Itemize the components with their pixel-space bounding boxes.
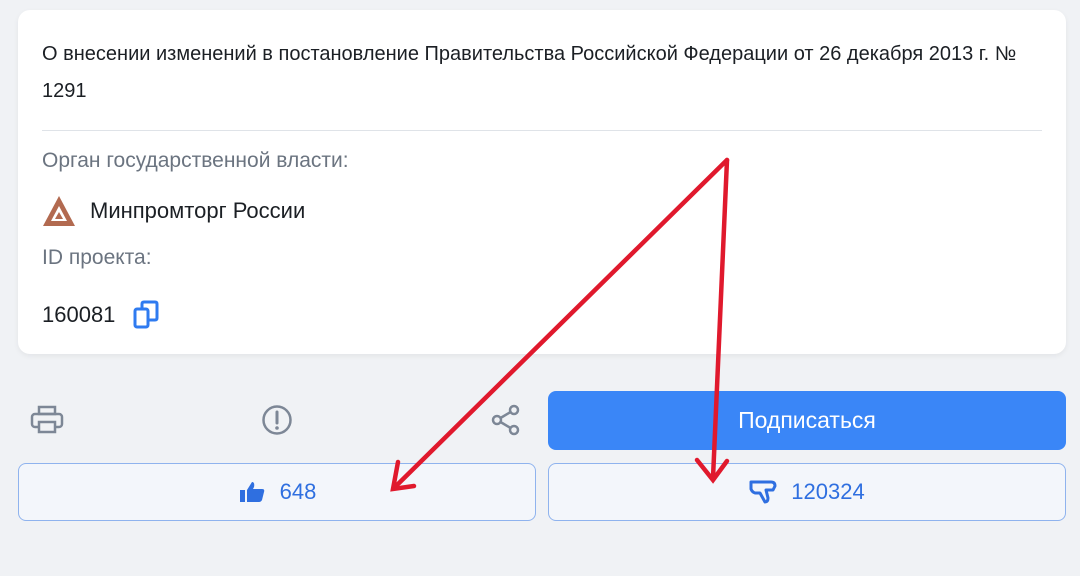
project-id-row: 160081 <box>42 298 159 332</box>
dislike-count: 120324 <box>791 479 865 504</box>
report-button[interactable] <box>253 396 301 444</box>
agency-name: Минпромторг России <box>90 198 306 223</box>
document-title: О внесении изменений в постановление Пра… <box>42 43 1017 102</box>
project-id-label: ID проекта: <box>42 246 152 269</box>
print-button[interactable] <box>23 396 71 444</box>
dislike-button[interactable]: 120324 <box>548 463 1066 521</box>
divider <box>42 130 1042 131</box>
agency-row[interactable]: Минпромторг России <box>42 194 305 228</box>
thumbs-up-icon <box>239 482 264 502</box>
subscribe-button[interactable]: Подписаться <box>548 391 1066 450</box>
thumbs-down-icon <box>749 480 777 504</box>
copy-icon[interactable] <box>133 300 159 330</box>
minpromtorg-logo-icon <box>43 196 75 226</box>
exclamation-circle-icon <box>262 405 292 435</box>
printer-icon <box>30 405 64 434</box>
like-count: 648 <box>279 479 317 504</box>
like-button[interactable]: 648 <box>18 463 536 521</box>
share-button[interactable] <box>482 396 530 444</box>
project-card: О внесении изменений в постановление Пра… <box>18 10 1066 354</box>
project-id-value: 160081 <box>42 302 116 327</box>
share-icon <box>491 404 520 436</box>
authority-label: Орган государственной власти: <box>42 149 349 172</box>
